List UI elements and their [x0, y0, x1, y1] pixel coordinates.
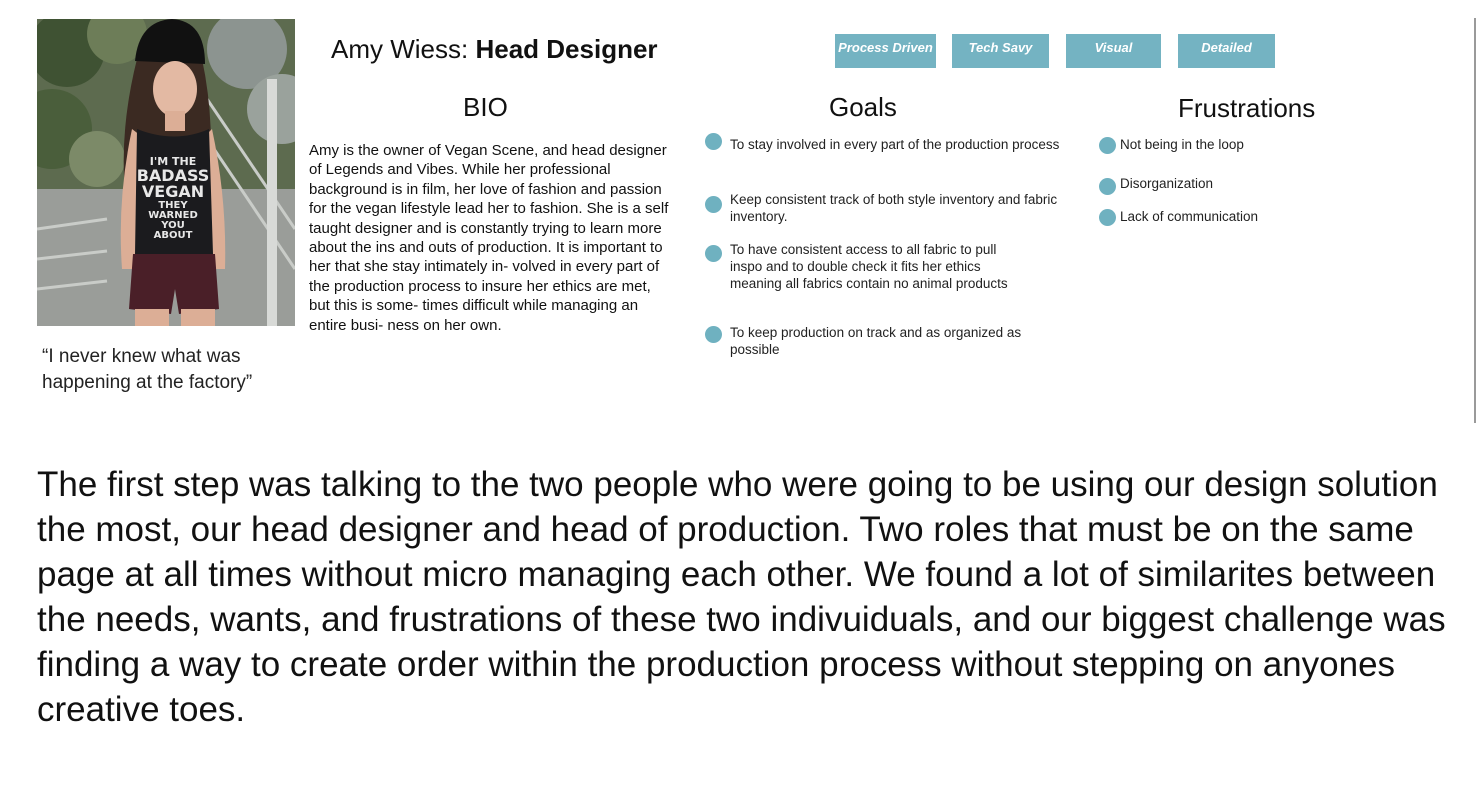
bullet-dot-icon: [705, 196, 722, 213]
persona-name: Amy Wiess: Head Designer: [331, 33, 658, 65]
goals-heading: Goals: [829, 92, 897, 122]
frustrations-heading: Frustrations: [1178, 93, 1316, 123]
shirt-text-line: ABOUT: [154, 230, 193, 241]
persona-photo: I'M THE BADASS VEGAN THEY WARNED YOU ABO…: [37, 19, 295, 326]
goal-text: To stay involved in every part of the pr…: [730, 137, 1060, 152]
goal-text: Keep consistent track of both style inve…: [730, 192, 1058, 224]
bullet-dot-icon: [705, 245, 722, 262]
bullet-dot-icon: [705, 133, 722, 150]
bullet-dot-icon: [1099, 209, 1116, 226]
goal-text: To keep production on track and as organ…: [730, 325, 1022, 357]
body-paragraph: The first step was talking to the two pe…: [37, 465, 1446, 729]
persona-role: Head Designer: [475, 34, 658, 64]
trait-tag: Tech Savy: [952, 34, 1049, 68]
bullet-dot-icon: [1099, 137, 1116, 154]
trait-tag: Process Driven: [835, 34, 936, 68]
trait-tag: Visual: [1066, 34, 1161, 68]
frustration-text: Disorganization: [1120, 176, 1214, 191]
trait-tag: Detailed: [1178, 34, 1275, 68]
bullet-dot-icon: [705, 326, 722, 343]
bio-text: Amy is the owner of Vegan Scene, and hea…: [309, 142, 669, 334]
frustration-text: Not being in the loop: [1120, 137, 1244, 152]
bio-heading: BIO: [463, 92, 508, 122]
persona-quote: “I never knew what was happening at the …: [42, 346, 253, 393]
shirt-text-line: VEGAN: [142, 182, 204, 201]
goal-text: To have consistent access to all fabric …: [730, 242, 1008, 291]
bullet-dot-icon: [1099, 178, 1116, 195]
persona-name-label: Amy Wiess:: [331, 34, 469, 64]
frustration-text: Lack of communication: [1120, 209, 1259, 224]
divider-line: [1474, 18, 1476, 423]
